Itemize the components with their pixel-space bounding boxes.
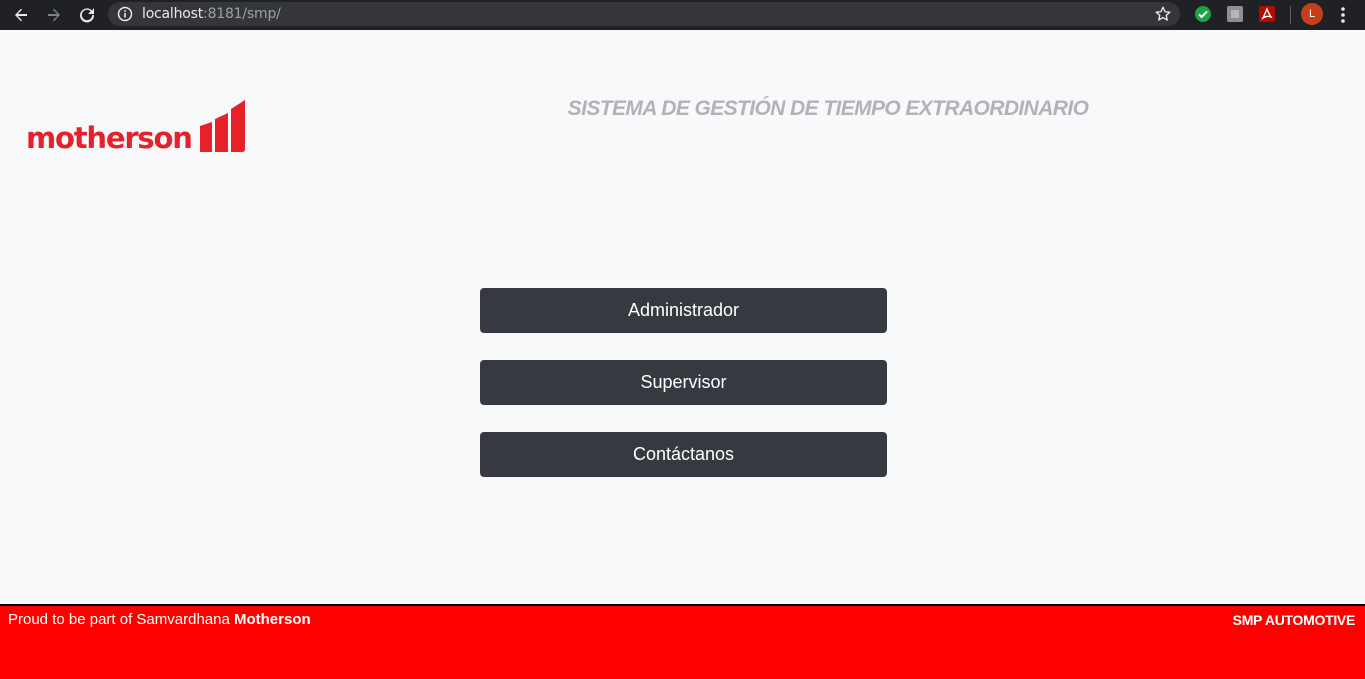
toolbar-separator	[1290, 6, 1291, 24]
footer: Proud to be part of Samvardhana Motherso…	[0, 604, 1365, 679]
kebab-menu-icon[interactable]	[1334, 5, 1352, 25]
logo-bars-icon	[200, 100, 245, 152]
footer-tagline-text: Proud to be part of Samvardhana	[8, 611, 234, 628]
motherson-logo: motherson	[26, 100, 252, 156]
page-title: SISTEMA DE GESTIÓN DE TIEMPO EXTRAORDINA…	[567, 97, 1089, 120]
browser-toolbar: localhost:8181/smp/ L	[0, 0, 1365, 30]
reload-button[interactable]	[75, 3, 99, 27]
supervisor-button[interactable]: Supervisor	[480, 360, 887, 405]
contactanos-button[interactable]: Contáctanos	[480, 432, 887, 477]
forward-arrow-icon	[48, 8, 60, 22]
url-host: localhost	[142, 6, 204, 22]
grey-extension-icon[interactable]	[1226, 5, 1244, 23]
address-bar[interactable]: localhost:8181/smp/	[108, 2, 1180, 26]
back-button[interactable]	[9, 3, 33, 27]
url-text: localhost:8181/smp/	[142, 5, 281, 23]
forward-button[interactable]	[42, 3, 66, 27]
profile-avatar[interactable]: L	[1301, 3, 1323, 25]
star-icon[interactable]	[1154, 5, 1172, 23]
footer-tagline-brand: Motherson	[233, 611, 311, 628]
url-path: :8181/smp/	[203, 6, 281, 22]
footer-company-name: SMP AUTOMOTIVE	[1232, 612, 1356, 628]
logo-wordmark: motherson	[26, 121, 193, 155]
back-arrow-icon	[15, 8, 27, 22]
administrador-button[interactable]: Administrador	[480, 288, 887, 333]
check-extension-icon[interactable]	[1194, 5, 1212, 23]
pdf-extension-icon[interactable]	[1258, 5, 1276, 23]
reload-icon	[80, 8, 95, 23]
info-icon[interactable]	[117, 6, 133, 22]
footer-tagline: Proud to be part of Samvardhana Motherso…	[8, 610, 311, 630]
